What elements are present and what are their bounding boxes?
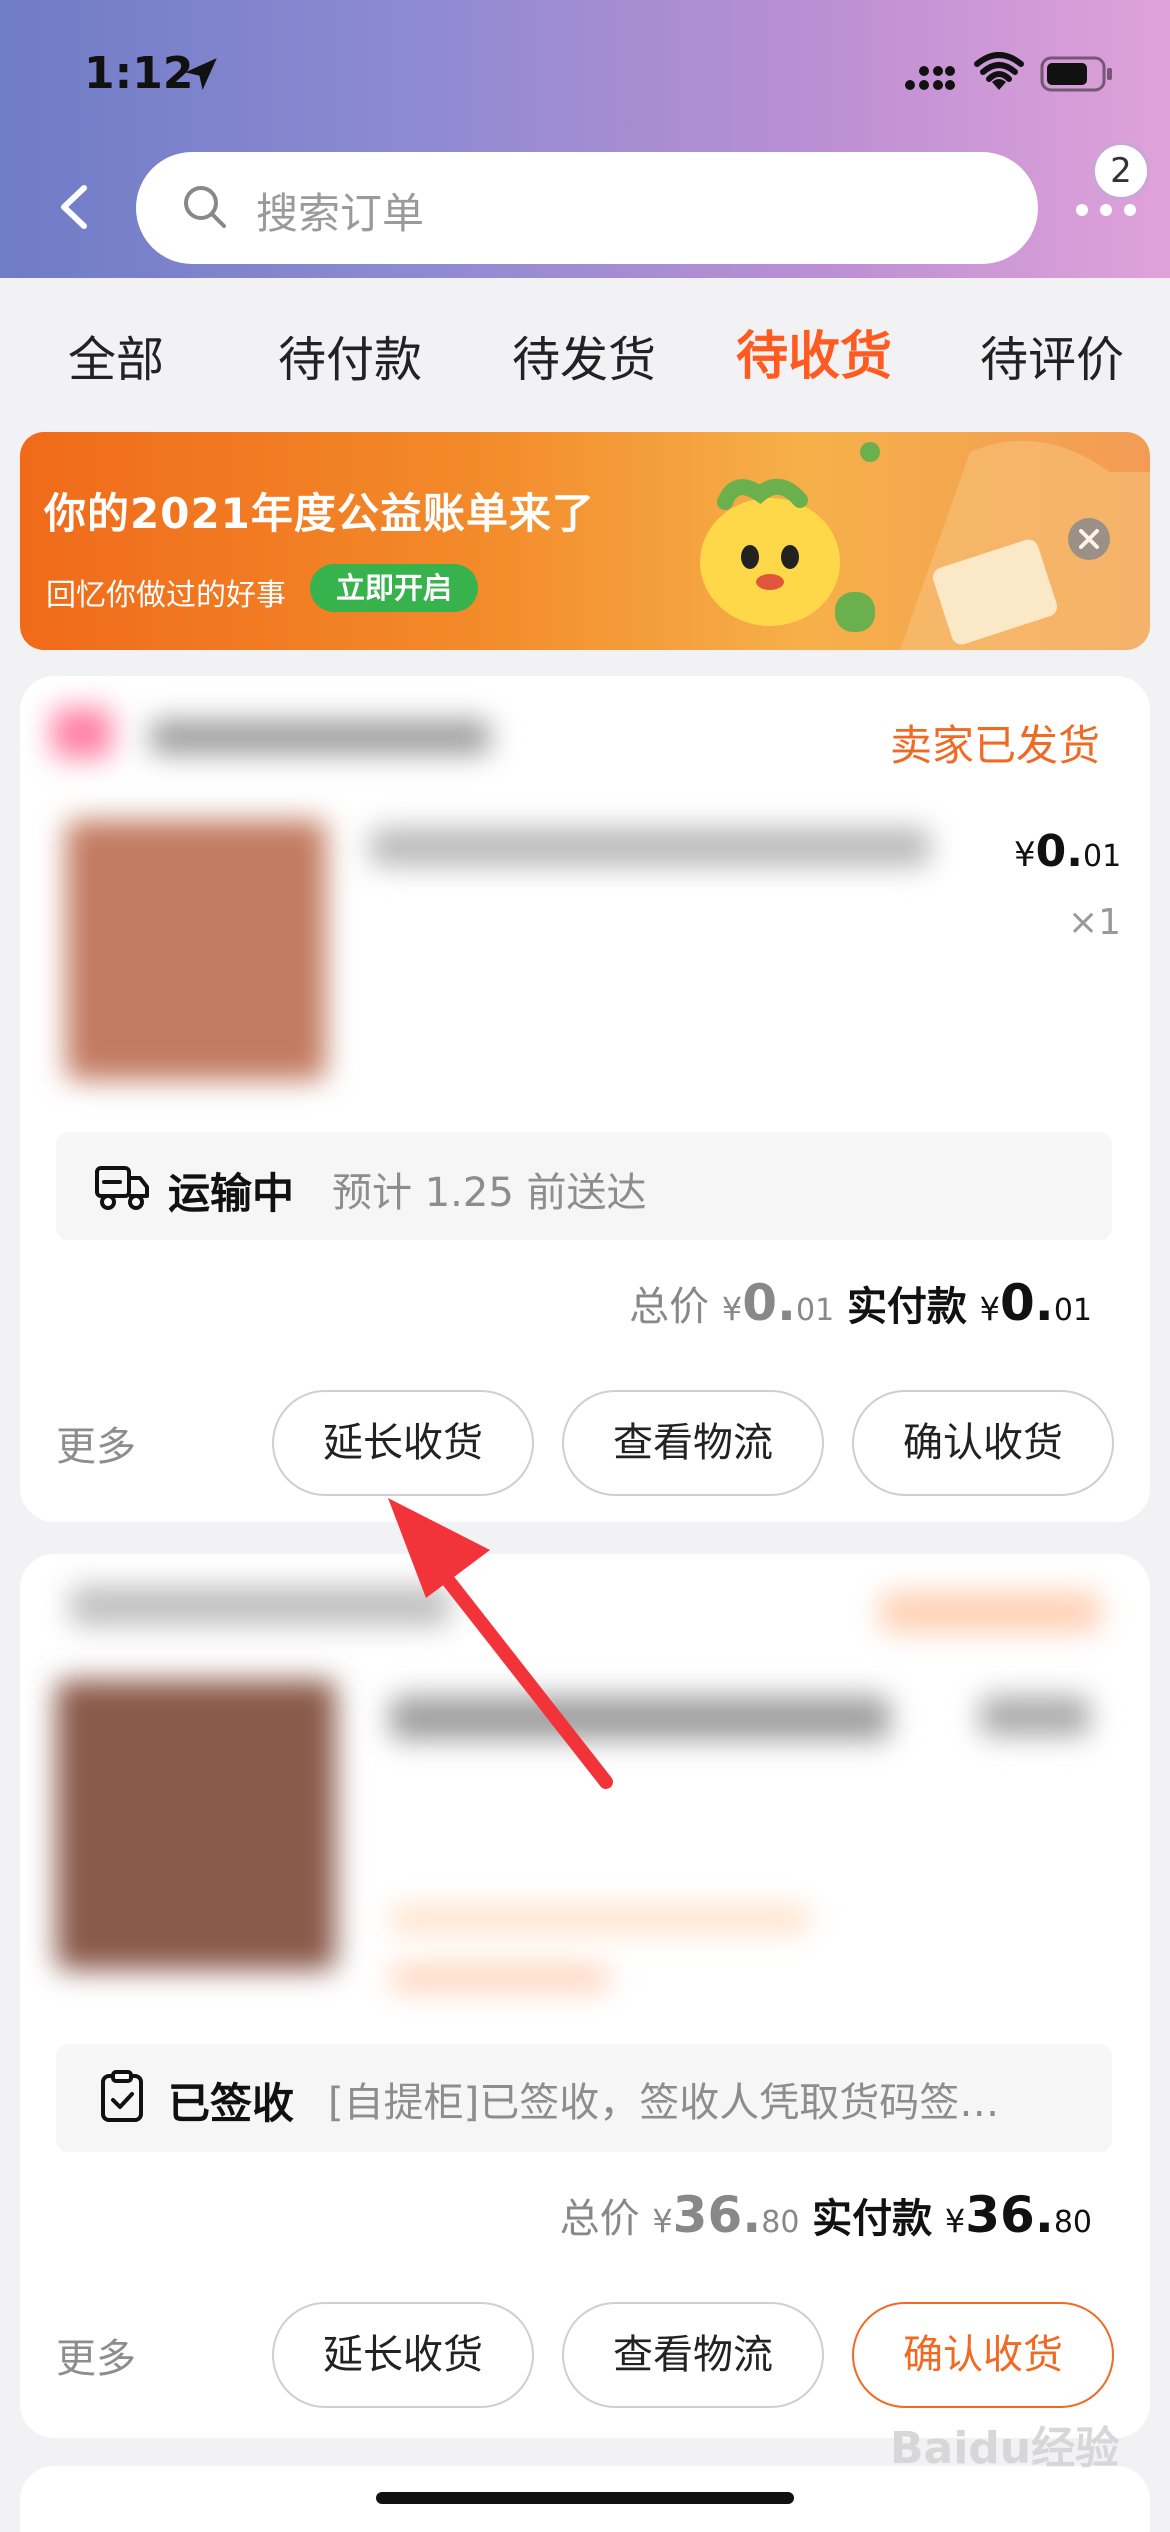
search-icon	[184, 186, 226, 228]
promo-banner[interactable]: 你的2021年度公益账单来了 回忆你做过的好事 立即开启	[20, 432, 1150, 650]
wifi-icon	[974, 52, 1024, 90]
order-status-blurred	[880, 1592, 1100, 1632]
order-status: 卖家已发货	[890, 721, 1101, 770]
product-image[interactable]	[56, 1680, 336, 1970]
more-options-link[interactable]: 更多	[56, 2326, 136, 2384]
message-count-badge: 2	[1092, 142, 1150, 200]
product-tag-blurred	[390, 1966, 610, 1990]
more-menu-icon[interactable]	[1074, 198, 1138, 222]
banner-subtitle: 回忆你做过的好事	[46, 578, 286, 613]
location-arrow-icon	[185, 58, 217, 90]
confirm-receipt-button[interactable]: 确认收货	[852, 1390, 1114, 1496]
item-price: ¥0.01	[1014, 826, 1122, 877]
banner-close-icon[interactable]	[1068, 518, 1110, 560]
extend-receipt-button[interactable]: 延长收货	[272, 1390, 534, 1496]
search-placeholder: 搜索订单	[256, 189, 425, 238]
tab-pending-receipt[interactable]: 待收货	[736, 314, 892, 389]
delivery-truck-icon	[95, 1166, 149, 1210]
logistics-description: 预计 1.25 前送达	[332, 1170, 647, 1216]
logistics-status: 运输中	[168, 1169, 295, 1218]
shop-name-blurred	[150, 720, 490, 754]
signed-clipboard-icon	[101, 2070, 143, 2122]
order-total-row: 总价 ¥36.80 实付款 ¥36.80	[559, 2186, 1092, 2244]
more-options-link[interactable]: 更多	[56, 1414, 136, 1472]
tab-pending-shipment[interactable]: 待发货	[512, 320, 656, 390]
tab-pending-payment[interactable]: 待付款	[278, 320, 422, 390]
banner-title: 你的2021年度公益账单来了	[44, 489, 595, 538]
status-time: 1:12	[84, 48, 194, 99]
home-indicator[interactable]	[376, 2492, 794, 2504]
extend-receipt-button[interactable]: 延长收货	[272, 2302, 534, 2408]
logistics-status: 已签收	[168, 2079, 295, 2128]
watermark: Baidu经验	[890, 2423, 1120, 2474]
product-title-blurred[interactable]	[370, 828, 930, 866]
item-quantity: ×1	[1068, 902, 1122, 943]
order-total-row: 总价 ¥0.01 实付款 ¥0.01	[629, 1274, 1092, 1332]
item-price-blurred	[980, 1696, 1090, 1736]
confirm-receipt-button[interactable]: 确认收货	[852, 2302, 1114, 2408]
product-tag-blurred	[390, 1906, 810, 1932]
product-image[interactable]	[66, 820, 326, 1080]
view-logistics-button[interactable]: 查看物流	[562, 2302, 824, 2408]
shop-avatar	[52, 708, 112, 758]
tab-pending-review[interactable]: 待评价	[980, 320, 1124, 390]
annotation-arrow-icon	[388, 1498, 613, 1789]
view-logistics-button[interactable]: 查看物流	[562, 1390, 824, 1496]
back-icon[interactable]	[46, 176, 102, 238]
banner-open-button[interactable]: 立即开启	[310, 564, 478, 612]
tab-all[interactable]: 全部	[68, 320, 164, 390]
cellular-signal-icon	[905, 66, 955, 90]
logistics-description: [自提柜]已签收，签收人凭取货码签…	[328, 2080, 1000, 2126]
battery-icon	[1040, 56, 1112, 92]
